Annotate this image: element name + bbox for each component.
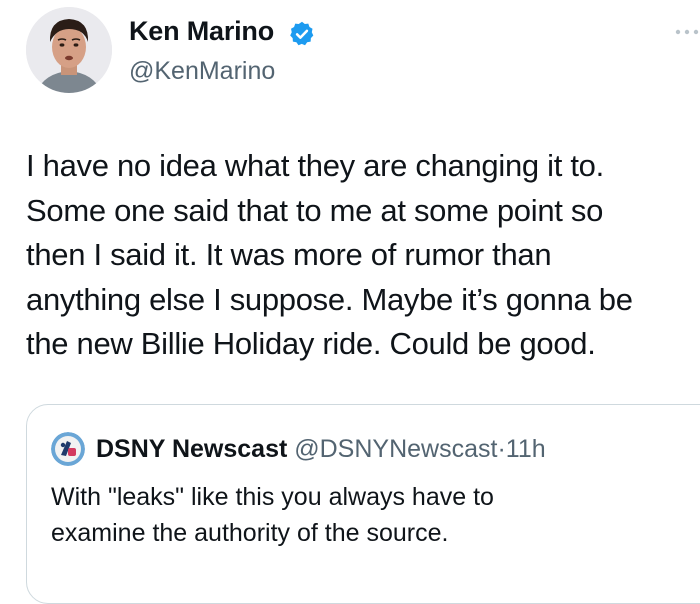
tweet-text: I have no idea what they are changing it… [26,144,686,367]
meta-separator: · [497,435,506,463]
tweet-text-line: the new Billie Holiday ride. Could be go… [26,326,596,361]
quoted-tweet-timestamp[interactable]: 11h [506,435,546,463]
tweet-text-line: I have no idea what they are changing it… [26,148,604,183]
author-display-name[interactable]: Ken Marino [129,14,274,48]
more-options-icon[interactable] [674,24,700,40]
author-handle[interactable]: @KenMarino [129,55,275,87]
quoted-text-line: With "leaks" like this you always have t… [51,483,494,511]
quoted-tweet-header: DSNY Newscast @DSNYNewscast·11h [96,432,546,466]
quoted-text-line: examine the authority of the source. [51,519,449,547]
quoted-tweet-text: With "leaks" like this you always have t… [51,479,681,551]
tweet-text-line: then I said it. It was more of rumor tha… [26,237,552,272]
quoted-author-avatar[interactable] [51,432,85,466]
author-avatar[interactable] [26,7,112,93]
quoted-author-handle[interactable]: @DSNYNewscast [294,435,497,463]
tweet-text-line: anything else I suppose. Maybe it’s gonn… [26,281,633,317]
tweet: Ken Marino @KenMarino I have no idea wha… [0,0,700,604]
quoted-author-display-name[interactable]: DSNY Newscast [96,435,287,463]
verified-badge-icon [288,20,316,48]
tweet-text-line: Some one said that to me at some point s… [26,192,604,228]
